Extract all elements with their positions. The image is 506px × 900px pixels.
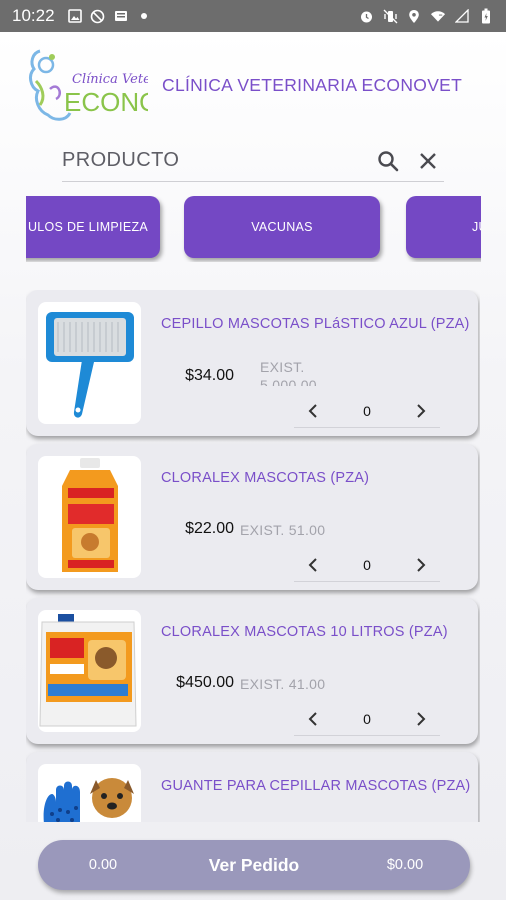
- quantity-value: 0: [363, 402, 371, 419]
- app-header: Clínica Veterinaria ECONOVET CLÍNICA VET…: [24, 40, 484, 130]
- location-icon: [406, 8, 422, 24]
- chevron-left-icon[interactable]: [302, 554, 324, 576]
- category-chip-next[interactable]: JU: [406, 196, 481, 258]
- product-card[interactable]: GUANTE PARA CEPILLAR MASCOTAS (PZA): [26, 752, 478, 822]
- quantity-value: 0: [363, 710, 371, 727]
- category-carousel[interactable]: ULOS DE LIMPIEZA VACUNAS JU: [26, 196, 481, 262]
- svg-text:Clínica Veterinaria: Clínica Veterinaria: [72, 72, 148, 87]
- battery-icon: [478, 8, 494, 24]
- search-input[interactable]: PRODUCTO: [62, 149, 364, 172]
- view-order-button[interactable]: 0.00 Ver Pedido $0.00: [38, 840, 470, 890]
- product-stock: EXIST. 51.00: [240, 522, 326, 538]
- news-icon: [113, 8, 129, 24]
- clinic-logo: Clínica Veterinaria ECONOVET: [24, 41, 210, 129]
- category-chip-limpieza[interactable]: ULOS DE LIMPIEZA: [26, 196, 160, 258]
- product-price: $22.00: [185, 520, 234, 537]
- product-stock: EXIST. 41.00: [240, 676, 326, 692]
- product-name: GUANTE PARA CEPILLAR MASCOTAS (PZA): [161, 778, 471, 794]
- product-price: $34.00: [185, 367, 234, 384]
- signal-icon: [454, 8, 470, 24]
- product-image-cloralex-bottle: [38, 456, 141, 578]
- status-bar: 10:22: [0, 0, 506, 32]
- svg-text:ECONOVET: ECONOVET: [64, 87, 148, 117]
- product-name: CEPILLO MASCOTAS PLáSTICO AZUL (PZA): [161, 316, 470, 332]
- chevron-right-icon[interactable]: [410, 554, 432, 576]
- alarm-icon: [358, 8, 374, 24]
- quantity-stepper[interactable]: 0: [294, 702, 440, 736]
- product-card[interactable]: CLORALEX MASCOTAS 10 LITROS (PZA) $450.0…: [26, 598, 478, 744]
- image-icon: [67, 8, 83, 24]
- category-label: ULOS DE LIMPIEZA: [27, 220, 149, 234]
- do-not-disturb-icon: [90, 8, 106, 24]
- product-image-cloralex-jug: [38, 610, 141, 732]
- search-icon[interactable]: [372, 145, 404, 177]
- product-price: $450.00: [176, 674, 234, 691]
- product-card[interactable]: CLORALEX MASCOTAS (PZA) $22.00 EXIST. 51…: [26, 444, 478, 590]
- quantity-value: 0: [363, 556, 371, 573]
- status-time: 10:22: [12, 6, 55, 25]
- chevron-right-icon[interactable]: [410, 708, 432, 730]
- order-total: $0.00: [386, 857, 424, 873]
- view-order-label: Ver Pedido: [208, 854, 300, 875]
- search-bar[interactable]: PRODUCTO: [62, 140, 444, 182]
- quantity-stepper[interactable]: 0: [294, 394, 440, 428]
- category-label: VACUNAS: [251, 220, 313, 234]
- product-stock: EXIST. 5,000.00: [260, 359, 317, 386]
- wifi-icon: [430, 8, 446, 24]
- chevron-left-icon[interactable]: [302, 400, 324, 422]
- product-image-glove: [38, 764, 141, 822]
- category-label: JU: [472, 220, 481, 234]
- dot-icon: [136, 8, 152, 24]
- close-icon[interactable]: [412, 145, 444, 177]
- product-list[interactable]: CEPILLO MASCOTAS PLáSTICO AZUL (PZA) $34…: [26, 290, 480, 822]
- order-item-count: 0.00: [88, 857, 118, 873]
- product-name: CLORALEX MASCOTAS (PZA): [161, 470, 370, 486]
- vibrate-icon: [382, 8, 398, 24]
- category-chip-vacunas[interactable]: VACUNAS: [184, 196, 380, 258]
- quantity-stepper[interactable]: 0: [294, 548, 440, 582]
- product-image-brush: [38, 302, 141, 424]
- chevron-right-icon[interactable]: [410, 400, 432, 422]
- app-title: CLÍNICA VETERINARIA ECONOVET: [162, 74, 463, 95]
- chevron-left-icon[interactable]: [302, 708, 324, 730]
- product-card[interactable]: CEPILLO MASCOTAS PLáSTICO AZUL (PZA) $34…: [26, 290, 478, 436]
- product-name: CLORALEX MASCOTAS 10 LITROS (PZA): [161, 624, 448, 640]
